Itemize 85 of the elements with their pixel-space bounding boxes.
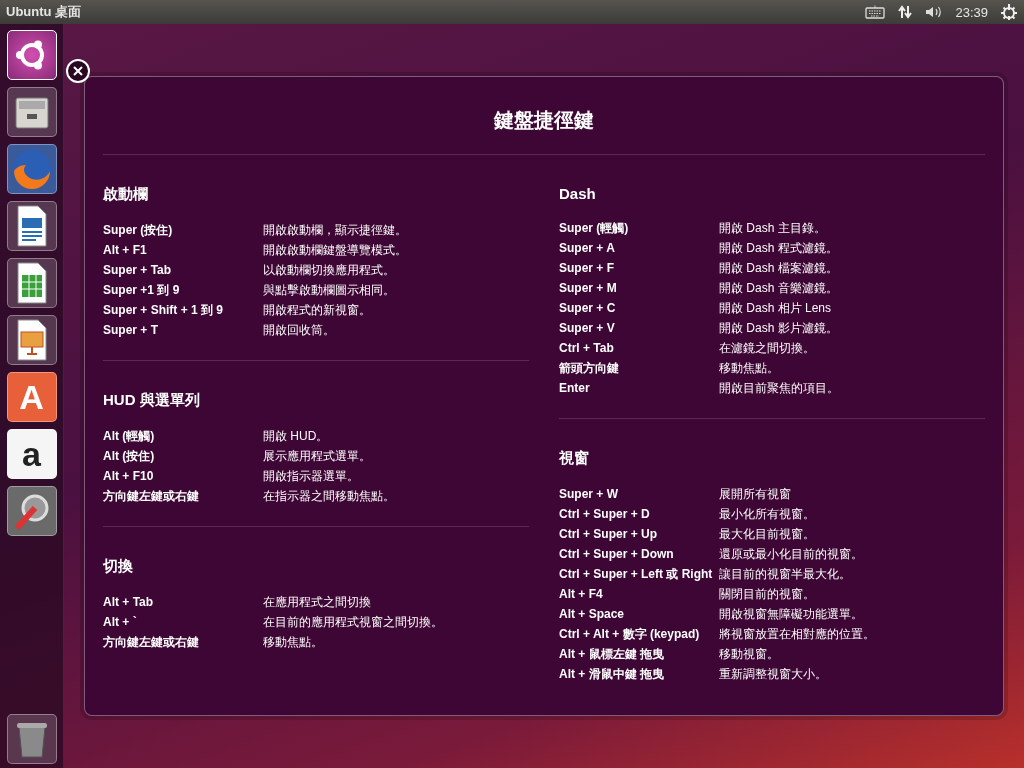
- shortcut-keys: Alt + Tab: [103, 595, 263, 609]
- shortcut-keys: Alt + F1: [103, 243, 263, 257]
- section-heading: HUD 與選單列: [103, 391, 201, 410]
- shortcut-description: 與點擊啟動欄圖示相同。: [263, 281, 395, 299]
- document-icon[interactable]: [6, 201, 57, 251]
- shortcut-keys: Super + M: [559, 281, 719, 295]
- letter-tile-icon[interactable]: a: [6, 429, 57, 479]
- shortcut-description: 開啟 Dash 檔案濾鏡。: [719, 259, 838, 277]
- overlay-title: 鍵盤捷徑鍵: [103, 97, 985, 155]
- shortcut-description: 開啟回收筒。: [263, 321, 335, 339]
- shortcut-keys: Super + Shift + 1 到 9: [103, 301, 263, 319]
- shortcut-keys: Super + A: [559, 241, 719, 255]
- shortcut-description: 讓目前的視窗半最大化。: [719, 565, 851, 583]
- shortcut-description: 展開所有視窗: [719, 485, 791, 503]
- shortcut-keys: 箭頭方向鍵: [559, 359, 719, 377]
- file-cabinet-icon[interactable]: [6, 87, 57, 137]
- shortcut-description: 開啟 HUD。: [263, 427, 329, 445]
- shortcut-keys: Super (輕觸): [559, 219, 719, 237]
- shortcut-description: 開啟 Dash 音樂濾鏡。: [719, 279, 838, 297]
- shortcut-description: 最大化目前視窗。: [719, 525, 815, 543]
- shortcut-description: 在濾鏡之間切換。: [719, 339, 815, 357]
- shortcut-keys: Alt (按住): [103, 447, 263, 465]
- shortcut-keys: Super + F: [559, 261, 719, 275]
- shortcut-keys: Alt (輕觸): [103, 427, 263, 445]
- shortcut-description: 在應用程式之間切換: [263, 593, 371, 611]
- shortcut-description: 還原或最小化目前的視窗。: [719, 545, 863, 563]
- shortcut-keys: Ctrl + Alt + 數字 (keypad): [559, 625, 719, 643]
- clock[interactable]: 23:39: [955, 4, 988, 20]
- shortcut-description: 在目前的應用程式視窗之間切換。: [263, 613, 443, 631]
- shortcut-description: 開啟指示器選單。: [263, 467, 359, 485]
- spreadsheet-icon[interactable]: [6, 258, 57, 308]
- shortcut-keys: Super + Tab: [103, 263, 263, 277]
- shortcut-keys: 方向鍵左鍵或右鍵: [103, 633, 263, 651]
- globe-icon[interactable]: [6, 144, 57, 194]
- shortcut-keys: Ctrl + Tab: [559, 341, 719, 355]
- shortcut-keys: Alt + 滑鼠中鍵 拖曳: [559, 665, 719, 683]
- trash-icon[interactable]: [6, 714, 57, 764]
- shortcut-keys: Super +1 到 9: [103, 281, 263, 299]
- shortcut-description: 開啟 Dash 影片濾鏡。: [719, 319, 838, 337]
- shortcut-description: 將視窗放置在相對應的位置。: [719, 625, 875, 643]
- shortcut-keys: Super (按住): [103, 221, 263, 239]
- section-heading: 啟動欄: [103, 185, 149, 204]
- network-arrows-icon[interactable]: [897, 4, 914, 20]
- desktop-title: Ubuntu 桌面: [6, 3, 82, 21]
- shortcut-keys: Super + W: [559, 487, 719, 501]
- settings-icon[interactable]: [1000, 3, 1018, 21]
- shortcut-description: 開啟 Dash 主目錄。: [719, 219, 826, 237]
- keyboard-icon[interactable]: [865, 5, 886, 19]
- section-heading: 視窗: [559, 449, 590, 468]
- shortcut-description: 移動焦點。: [263, 633, 323, 651]
- shortcut-keys: 方向鍵左鍵或右鍵: [103, 487, 263, 505]
- close-button[interactable]: [66, 59, 90, 83]
- shortcut-description: 移動視窗。: [719, 645, 779, 663]
- shortcut-description: 開啟啟動欄，顯示捷徑鍵。: [263, 221, 407, 239]
- presentation-icon[interactable]: [6, 315, 57, 365]
- shortcut-description: 開啟 Dash 相片 Lens: [719, 299, 832, 317]
- shortcut-description: 開啟 Dash 程式濾鏡。: [719, 239, 838, 257]
- shortcut-keys: Super + C: [559, 301, 719, 315]
- section-heading: 切換: [103, 557, 134, 576]
- shortcut-keys: Alt + Space: [559, 607, 719, 621]
- shortcut-description: 展示應用程式選單。: [263, 447, 371, 465]
- shortcut-description: 重新調整視窗大小。: [719, 665, 827, 683]
- section-heading: Dash: [559, 185, 597, 202]
- shortcut-description: 最小化所有視窗。: [719, 505, 815, 523]
- shortcut-description: 移動焦點。: [719, 359, 779, 377]
- shortcut-description: 開啟目前聚焦的項目。: [719, 379, 839, 397]
- shortcut-keys: Alt + `: [103, 615, 263, 629]
- circle-logo-icon[interactable]: [6, 30, 57, 80]
- shortcut-keys: Super + V: [559, 321, 719, 335]
- shortcut-keys: Ctrl + Super + Up: [559, 527, 719, 541]
- shortcut-description: 開啟程式的新視窗。: [263, 301, 371, 319]
- volume-icon[interactable]: [925, 5, 944, 19]
- shortcut-keys: Ctrl + Super + Down: [559, 547, 719, 561]
- shortcut-keys: Ctrl + Super + Left 或 Right: [559, 565, 719, 583]
- shortcut-keys: Ctrl + Super + D: [559, 507, 719, 521]
- shortcut-description: 開啟視窗無障礙功能選單。: [719, 605, 863, 623]
- shortcut-description: 開啟啟動欄鍵盤導覽模式。: [263, 241, 407, 259]
- shortcut-keys: Alt + 鼠標左鍵 拖曳: [559, 645, 719, 663]
- shortcut-keys: Alt + F4: [559, 587, 719, 601]
- shortcut-keys: Enter: [559, 381, 719, 395]
- shortcut-description: 在指示器之間移動焦點。: [263, 487, 395, 505]
- shortcut-keys: Alt + F10: [103, 469, 263, 483]
- shortcut-description: 以啟動欄切換應用程式。: [263, 261, 395, 279]
- shortcut-description: 關閉目前的視窗。: [719, 585, 815, 603]
- shortcut-keys: Super + T: [103, 323, 263, 337]
